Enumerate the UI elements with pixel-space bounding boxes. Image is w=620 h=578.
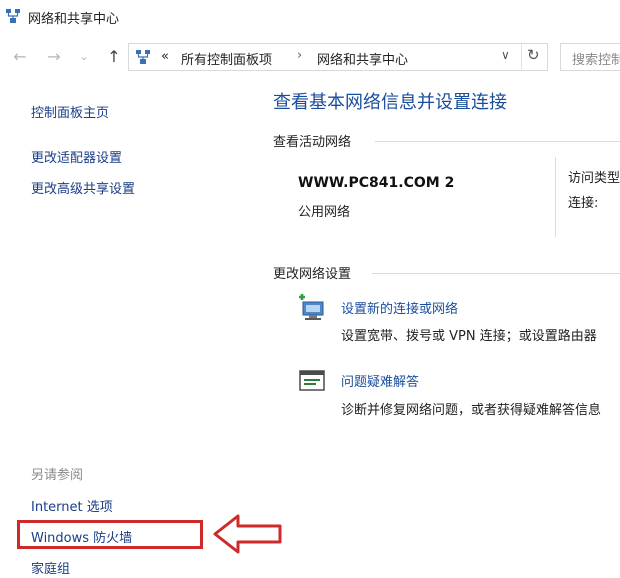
change-advanced-sharing-link[interactable]: 更改高级共享设置: [31, 178, 135, 197]
recent-dropdown-icon[interactable]: ⌄: [74, 47, 94, 67]
section-divider: [372, 273, 620, 274]
access-type-label: 访问类型:: [568, 171, 620, 186]
troubleshoot-description: 诊断并修复网络问题，或者获得疑难解答信息: [341, 403, 602, 418]
pointer-arrow-icon: [213, 514, 282, 554]
search-placeholder: 搜索控制: [572, 53, 620, 68]
section-divider: [375, 141, 620, 142]
troubleshoot-link[interactable]: 问题疑难解答: [341, 371, 419, 390]
control-panel-icon: [136, 50, 150, 64]
active-networks-heading: 查看活动网络: [273, 135, 352, 150]
breadcrumb-overflow[interactable]: «: [161, 49, 169, 64]
address-bar[interactable]: « 所有控制面板项 › 网络和共享中心 ∨ ↻: [128, 43, 548, 71]
forward-arrow-icon[interactable]: →: [44, 47, 64, 67]
search-input[interactable]: 搜索控制: [560, 43, 620, 71]
change-settings-heading: 更改网络设置: [273, 267, 352, 282]
address-divider: [521, 44, 522, 70]
connections-label: 连接:: [568, 196, 599, 211]
internet-options-link[interactable]: Internet 选项: [31, 496, 113, 515]
network-name: WWW.PC841.COM 2: [298, 175, 455, 191]
troubleshoot-icon: [299, 370, 325, 391]
window-title: 网络和共享中心: [28, 12, 120, 27]
up-arrow-icon[interactable]: ↑: [104, 47, 124, 67]
setup-connection-description: 设置宽带、拨号或 VPN 连接；或设置路由器: [341, 329, 597, 344]
change-adapter-settings-link[interactable]: 更改适配器设置: [31, 147, 122, 166]
highlight-box: [17, 520, 203, 549]
network-divider: [555, 157, 556, 237]
address-dropdown-icon[interactable]: ∨: [501, 48, 510, 62]
new-connection-icon: [299, 294, 324, 320]
back-arrow-icon[interactable]: ←: [10, 47, 30, 67]
setup-connection-link[interactable]: 设置新的连接或网络: [341, 298, 458, 317]
see-also-heading: 另请参阅: [31, 468, 84, 483]
homegroup-link[interactable]: 家庭组: [31, 558, 70, 577]
network-center-icon: [6, 9, 20, 23]
breadcrumb-network-center[interactable]: 网络和共享中心: [317, 49, 408, 68]
refresh-icon[interactable]: ↻: [527, 46, 540, 64]
network-type[interactable]: 公用网络: [298, 201, 350, 220]
title-bar: 网络和共享中心: [0, 0, 620, 34]
control-panel-home-link[interactable]: 控制面板主页: [31, 102, 109, 121]
breadcrumb-separator[interactable]: ›: [297, 48, 302, 63]
breadcrumb-all-control-panel-items[interactable]: 所有控制面板项: [181, 49, 272, 68]
page-title: 查看基本网络信息并设置连接: [273, 92, 507, 113]
